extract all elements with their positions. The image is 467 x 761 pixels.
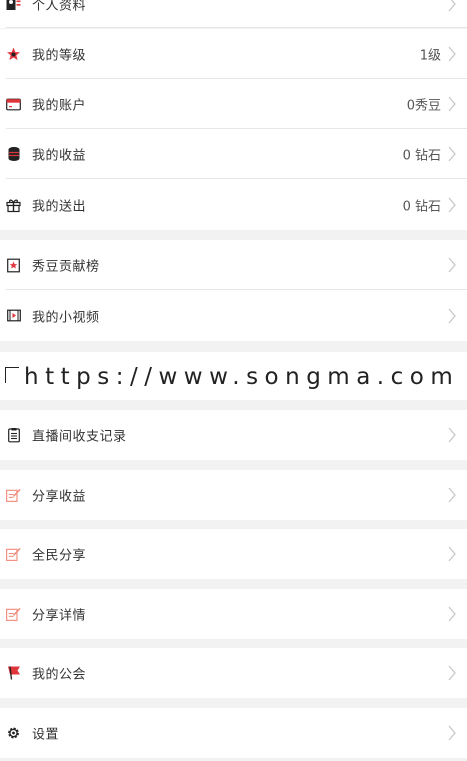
chevron-right-icon <box>448 665 456 681</box>
menu-item-label: 我的小视频 <box>32 310 100 325</box>
menu-item-share-all[interactable]: 全民分享 <box>0 529 467 579</box>
menu-item-earnings[interactable]: 我的收益 0 钻石 <box>0 129 467 179</box>
menu-item-live-records[interactable]: 直播间收支记录 <box>0 410 467 460</box>
menu-item-label: 我的等级 <box>32 48 87 64</box>
coin-stack-icon <box>6 147 21 162</box>
chevron-right-icon <box>448 197 456 212</box>
menu-item-label: 个人资料 <box>32 0 87 14</box>
menu-item-profile[interactable]: 个人资料 <box>0 0 467 28</box>
menu-item-contribution-rank[interactable]: 秀豆贡献榜 <box>0 240 467 290</box>
menu-item-label: 我的收益 <box>32 148 87 164</box>
menu-item-label: 秀豆贡献榜 <box>32 259 100 275</box>
video-icon <box>6 308 21 323</box>
chevron-right-icon <box>448 146 456 162</box>
record-clipboard-icon <box>6 428 21 443</box>
account-card-icon <box>6 97 21 112</box>
menu-item-label: 我的账户 <box>32 98 87 114</box>
level-badge-icon <box>6 47 21 62</box>
gift-icon <box>6 197 21 212</box>
menu-item-label: 直播间收支记录 <box>32 429 127 445</box>
chevron-right-icon <box>448 725 456 741</box>
share-edit-icon <box>6 488 21 503</box>
menu-item-sent[interactable]: 我的送出 0 钻石 <box>0 179 467 230</box>
chevron-right-icon <box>448 427 456 443</box>
menu-item-settings[interactable]: 设置 <box>0 708 467 758</box>
share-edit-icon <box>6 547 21 562</box>
gear-icon <box>6 726 21 741</box>
menu-item-label: 分享详情 <box>32 608 87 624</box>
menu-item-label: 分享收益 <box>32 489 87 505</box>
sent-value: 0 钻石 <box>402 199 441 214</box>
profile-card-icon <box>6 0 21 12</box>
menu-item-label: 我的送出 <box>32 199 87 214</box>
share-edit-icon <box>6 607 21 622</box>
account-value: 0秀豆 <box>406 98 441 114</box>
menu-item-account[interactable]: 我的账户 0秀豆 <box>0 79 467 129</box>
earnings-value: 0 钻石 <box>402 148 441 164</box>
watermark-banner: https://www.songma.com <box>0 352 467 400</box>
menu-item-short-videos[interactable]: 我的小视频 <box>0 290 467 341</box>
chevron-right-icon <box>448 308 456 323</box>
divider <box>6 27 467 28</box>
watermark-corner-mark <box>5 367 19 383</box>
chevron-right-icon <box>448 96 456 112</box>
menu-item-label: 设置 <box>32 727 60 743</box>
rank-board-icon <box>6 258 21 273</box>
red-flag-icon <box>6 666 21 681</box>
menu-item-label: 我的公会 <box>32 667 87 683</box>
chevron-right-icon <box>448 257 456 273</box>
watermark-text: https://www.songma.com <box>24 364 460 390</box>
menu-item-share-earnings[interactable]: 分享收益 <box>0 470 467 520</box>
level-value: 1级 <box>419 48 441 64</box>
menu-item-level[interactable]: 我的等级 1级 <box>0 29 467 79</box>
chevron-right-icon <box>448 46 456 62</box>
menu-item-label: 全民分享 <box>32 548 87 564</box>
menu-item-share-details[interactable]: 分享详情 <box>0 589 467 639</box>
chevron-right-icon <box>448 546 456 562</box>
chevron-right-icon <box>448 606 456 622</box>
chevron-right-icon <box>448 487 456 503</box>
menu-item-guild[interactable]: 我的公会 <box>0 648 467 698</box>
chevron-right-icon <box>448 0 456 12</box>
